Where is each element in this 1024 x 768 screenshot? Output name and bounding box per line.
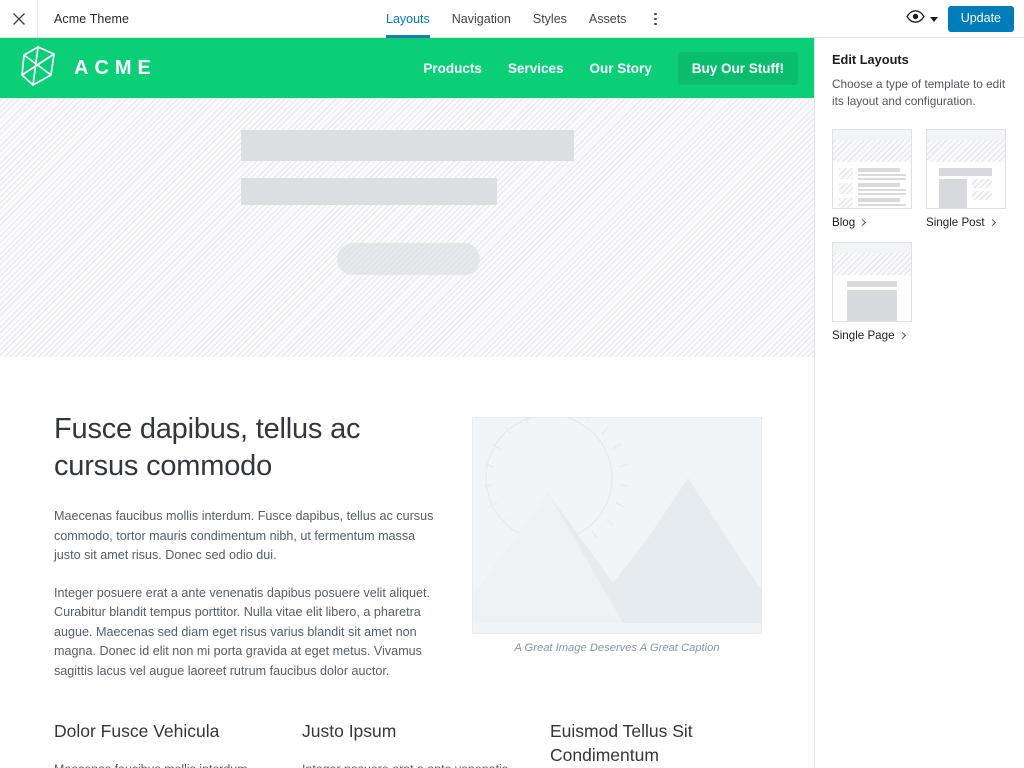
blog-list-thumbnail: [832, 129, 912, 210]
hero-placeholder-section[interactable]: [0, 98, 814, 357]
mountain-sun-image-placeholder-icon: [473, 418, 761, 633]
site-header[interactable]: ACME Products Services Our Story Buy Our…: [0, 38, 814, 98]
preview-dropdown[interactable]: [905, 10, 938, 28]
edit-layouts-sidebar: Edit Layouts Choose a type of template t…: [816, 38, 1024, 768]
article-paragraph-1: Maecenas faucibus mollis interdum. Fusce…: [54, 509, 434, 563]
chevron-right-icon: [988, 219, 996, 227]
column-1: Dolor Fusce Vehicula Maecenas faucibus m…: [54, 720, 260, 768]
editor-topbar: Acme Theme Layouts Navigation Styles Ass…: [0, 0, 1024, 38]
topbar-actions: Update: [905, 0, 1014, 38]
tab-assets[interactable]: Assets: [589, 0, 627, 38]
hero-button-placeholder[interactable]: [337, 243, 480, 275]
tab-styles[interactable]: Styles: [533, 0, 567, 38]
site-navigation: Products Services Our Story Buy Our Stuf…: [423, 38, 798, 98]
theme-title: Acme Theme: [54, 11, 130, 26]
hero-heading-placeholder: [241, 130, 574, 161]
tab-navigation[interactable]: Navigation: [452, 0, 511, 38]
chevron-right-icon: [859, 219, 867, 227]
column-2: Justo Ipsum Integer posuere erat a ante …: [302, 720, 508, 768]
three-column-section: Dolor Fusce Vehicula Maecenas faucibus m…: [0, 681, 814, 768]
image-caption: A Great Image Deserves A Great Caption: [514, 642, 720, 654]
article-figure: A Great Image Deserves A Great Caption: [472, 411, 762, 654]
template-card-blog[interactable]: Blog: [832, 129, 912, 229]
chevron-down-icon: [929, 16, 938, 22]
article-section: Fusce dapibus, tellus ac cursus commodo …: [0, 357, 814, 681]
brand-name: ACME: [74, 56, 157, 79]
nav-link-services[interactable]: Services: [508, 61, 564, 76]
editor-tabs: Layouts Navigation Styles Assets: [386, 0, 661, 38]
nav-cta-buy-our-stuff[interactable]: Buy Our Stuff!: [677, 51, 798, 85]
column-2-body: Integer posuere erat a ante venenatis da…: [302, 760, 508, 768]
column-3: Euismod Tellus Sit Condimentum Nulla vit…: [550, 720, 756, 768]
template-label-blog: Blog: [832, 216, 856, 230]
close-icon: [12, 12, 26, 26]
gem-logo-icon: [18, 45, 58, 92]
hero-subheading-placeholder: [241, 178, 497, 205]
article-paragraph-2: Integer posuere erat a ante venenatis da…: [54, 585, 430, 678]
eye-icon: [905, 10, 925, 28]
article-text-column: Fusce dapibus, tellus ac cursus commodo …: [54, 411, 436, 681]
sidebar-title: Edit Layouts: [832, 52, 909, 67]
template-card-single-page[interactable]: Single Page: [832, 242, 912, 342]
column-3-title: Euismod Tellus Sit Condimentum: [550, 721, 693, 765]
nav-link-products[interactable]: Products: [423, 61, 482, 76]
site-brand[interactable]: ACME: [18, 45, 157, 92]
nav-link-our-story[interactable]: Our Story: [589, 61, 651, 76]
close-editor-button[interactable]: [0, 0, 38, 37]
column-1-title: Dolor Fusce Vehicula: [54, 721, 220, 742]
single-page-thumbnail: [832, 242, 912, 323]
kebab-menu-icon[interactable]: [650, 7, 661, 32]
template-label-single-post: Single Post: [926, 216, 985, 230]
single-post-thumbnail: [926, 129, 1006, 210]
column-2-title: Justo Ipsum: [302, 721, 397, 742]
update-button[interactable]: Update: [947, 6, 1014, 32]
site-preview-canvas[interactable]: ACME Products Services Our Story Buy Our…: [0, 38, 815, 768]
chevron-right-icon: [898, 332, 906, 340]
column-1-body: Maecenas faucibus mollis interdum. Fusce…: [54, 760, 260, 768]
article-title: Fusce dapibus, tellus ac cursus commodo: [54, 413, 361, 483]
tab-layouts[interactable]: Layouts: [386, 0, 430, 38]
sidebar-description: Choose a type of template to edit its la…: [832, 77, 1006, 109]
image-placeholder[interactable]: [472, 417, 762, 634]
template-card-single-post[interactable]: Single Post: [926, 129, 1006, 229]
template-grid: Blog Single Post Single Page: [832, 129, 1008, 342]
template-label-single-page: Single Page: [832, 329, 895, 343]
